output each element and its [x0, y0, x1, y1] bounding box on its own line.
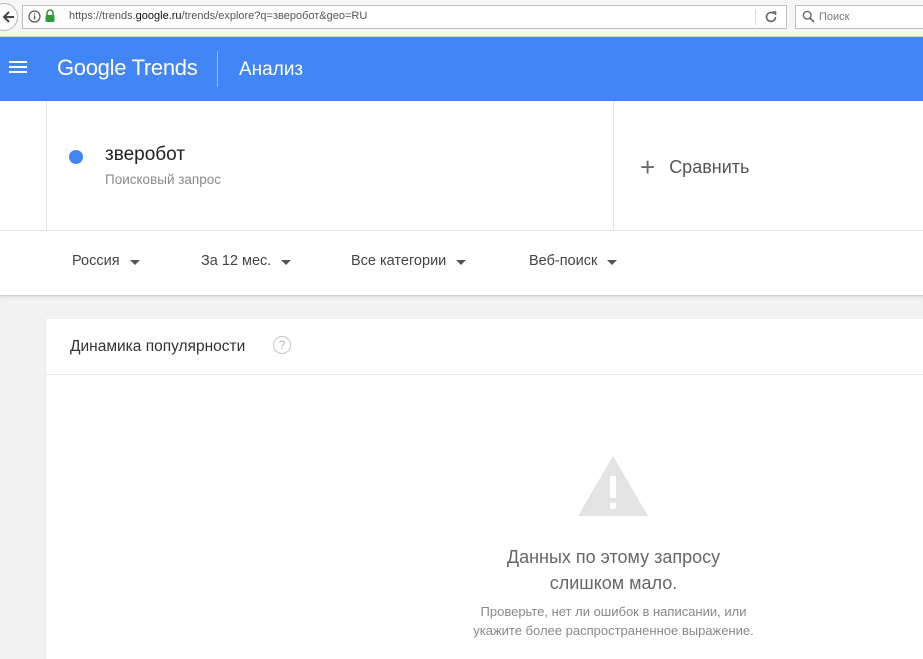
help-icon[interactable]: ?: [273, 336, 291, 354]
period-label: За 12 мес.: [201, 253, 272, 269]
url-prefix: https://trends.: [69, 10, 136, 22]
search-type-dropdown[interactable]: Веб-поиск: [529, 253, 618, 269]
no-data-hint-line2: укажите более распространенное выражение…: [473, 623, 754, 638]
dropdown-arrow-icon: [607, 259, 618, 265]
google-trends-logo[interactable]: Google Trends: [57, 55, 198, 81]
browser-toolbar: https://trends.google.ru/trends/explore?…: [0, 0, 923, 37]
url-separator: [755, 9, 756, 25]
info-icon[interactable]: [28, 10, 41, 23]
url-text: https://trends.google.ru/trends/explore?…: [69, 10, 367, 22]
divider: [46, 101, 47, 230]
search-terms-panel: зверобот Поисковый запрос + Сравнить: [0, 101, 923, 230]
dropdown-arrow-icon: [456, 259, 467, 265]
back-arrow-icon: [2, 11, 14, 23]
logo-google-text: Google: [57, 55, 127, 80]
lock-icon[interactable]: [44, 9, 56, 23]
app-header: Google Trends Анализ: [0, 37, 923, 101]
browser-search-field[interactable]: Поиск: [795, 5, 923, 29]
no-data-message: Данных по этому запросу слишком мало.: [376, 544, 851, 596]
card-title: Динамика популярности: [70, 338, 246, 355]
interest-over-time-card: Динамика популярности ? Данных по этому …: [46, 319, 923, 659]
logo-trends-text: Trends: [131, 55, 198, 80]
no-data-hint: Проверьте, нет ли ошибок в написании, ил…: [376, 602, 851, 640]
url-path: /trends/explore?q=зверобот&geo=RU: [181, 10, 368, 22]
category-dropdown[interactable]: Все категории: [351, 253, 467, 269]
compare-label: Сравнить: [669, 156, 750, 177]
plus-icon: +: [640, 152, 656, 182]
dropdown-arrow-icon: [281, 259, 292, 265]
warning-icon: [578, 456, 648, 516]
dropdown-arrow-icon: [129, 259, 140, 265]
search-type-label: Веб-поиск: [529, 253, 598, 269]
address-bar[interactable]: https://trends.google.ru/trends/explore?…: [22, 5, 787, 29]
url-domain: google.ru: [135, 10, 182, 22]
region-label: Россия: [72, 253, 120, 269]
reload-icon[interactable]: [763, 9, 779, 25]
search-placeholder: Поиск: [819, 11, 850, 23]
region-dropdown[interactable]: Россия: [72, 253, 140, 269]
header-divider: [217, 51, 218, 87]
term-color-dot: [69, 150, 83, 164]
no-data-message-line2: слишком мало.: [549, 573, 678, 593]
compare-button[interactable]: + Сравнить: [640, 152, 750, 182]
no-data-hint-line1: Проверьте, нет ли ошибок в написании, ил…: [480, 604, 747, 619]
category-label: Все категории: [351, 253, 447, 269]
card-header: Динамика популярности ?: [46, 319, 923, 375]
no-data-message-line1: Данных по этому запросу: [506, 547, 721, 567]
divider: [613, 101, 614, 230]
filters-bar: Россия За 12 мес. Все категории Веб-поис…: [0, 230, 923, 296]
page-title: Анализ: [239, 59, 304, 80]
back-button[interactable]: [0, 3, 18, 31]
search-icon: [802, 10, 815, 23]
menu-icon[interactable]: [8, 58, 28, 78]
term-name[interactable]: зверобот: [105, 144, 185, 166]
term-type-label: Поисковый запрос: [105, 172, 222, 187]
period-dropdown[interactable]: За 12 мес.: [201, 253, 292, 269]
